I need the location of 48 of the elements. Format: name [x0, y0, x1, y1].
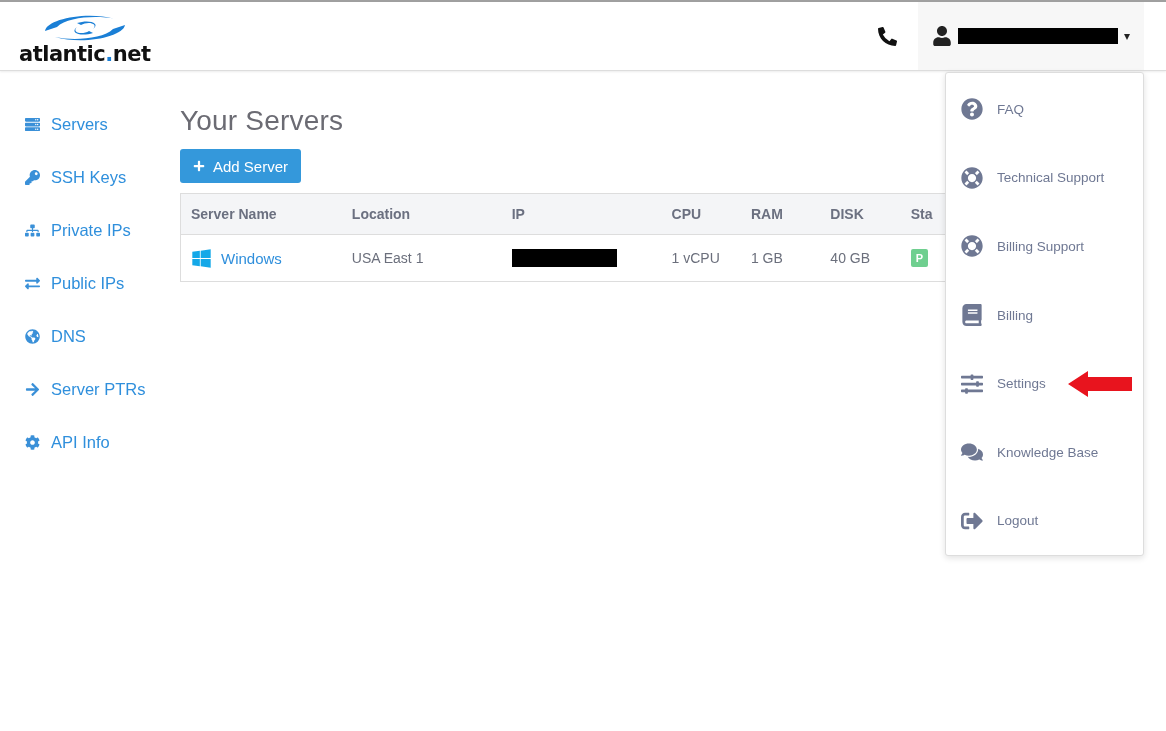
- question-icon: [961, 98, 983, 121]
- key-icon: [25, 169, 40, 185]
- table-cell: 40 GB: [820, 234, 901, 282]
- book-icon: [961, 304, 983, 326]
- swap-arrows-icon: [25, 275, 40, 291]
- column-header: RAM: [740, 193, 821, 235]
- column-header: DISK: [820, 193, 901, 235]
- user-icon: [932, 26, 952, 46]
- sliders-icon: [961, 372, 983, 395]
- server-stack-icon: [25, 116, 40, 132]
- lifebuoy-icon: [961, 166, 983, 189]
- column-header: Server Name: [180, 193, 342, 235]
- sidebar-item[interactable]: Servers: [25, 112, 180, 136]
- chat-bubbles-icon: [961, 441, 983, 464]
- menu-item[interactable]: FAQ: [961, 98, 1024, 121]
- phone-icon[interactable]: [878, 26, 897, 46]
- sidebar-item[interactable]: Private IPs: [25, 218, 180, 242]
- annotation-arrow: [1067, 370, 1132, 397]
- menu-item[interactable]: Settings: [961, 372, 1046, 395]
- menu-item[interactable]: Logout: [961, 509, 1039, 532]
- add-server-button[interactable]: Add Server: [180, 149, 302, 183]
- windows-logo-icon: [191, 247, 212, 269]
- sidebar-item[interactable]: SSH Keys: [25, 165, 180, 189]
- sidebar-item[interactable]: DNS: [25, 324, 180, 348]
- lifebuoy-icon: [961, 235, 983, 258]
- menu-item[interactable]: Technical Support: [961, 166, 1105, 189]
- table-cell: USA East 1: [341, 234, 502, 282]
- menu-item[interactable]: Billing: [961, 304, 1034, 326]
- sidebar-item[interactable]: API Info: [25, 430, 180, 454]
- menu-item[interactable]: Knowledge Base: [961, 441, 1099, 464]
- sidebar-item[interactable]: Server PTRs: [25, 377, 180, 401]
- globe-icon: [25, 328, 40, 344]
- dropdown-caret[interactable]: ▾: [1124, 29, 1130, 43]
- column-header: IP: [501, 193, 662, 235]
- server-link[interactable]: Windows: [191, 247, 332, 269]
- arrow-right-icon: [25, 381, 40, 397]
- gear-icon: [25, 434, 40, 450]
- page-title: Your Servers: [180, 105, 344, 137]
- status-badge: P: [910, 249, 929, 267]
- menu-item[interactable]: Billing Support: [961, 235, 1085, 258]
- column-header: Location: [341, 193, 502, 235]
- table-cell: 1 vCPU: [661, 234, 741, 282]
- plus-icon: [193, 160, 205, 172]
- sidebar-item[interactable]: Public IPs: [25, 271, 180, 295]
- column-header: CPU: [661, 193, 741, 235]
- logo-wordmark[interactable]: atlantic.net: [19, 43, 151, 65]
- network-tree-icon: [25, 222, 40, 238]
- table-cell: 1 GB: [740, 234, 821, 282]
